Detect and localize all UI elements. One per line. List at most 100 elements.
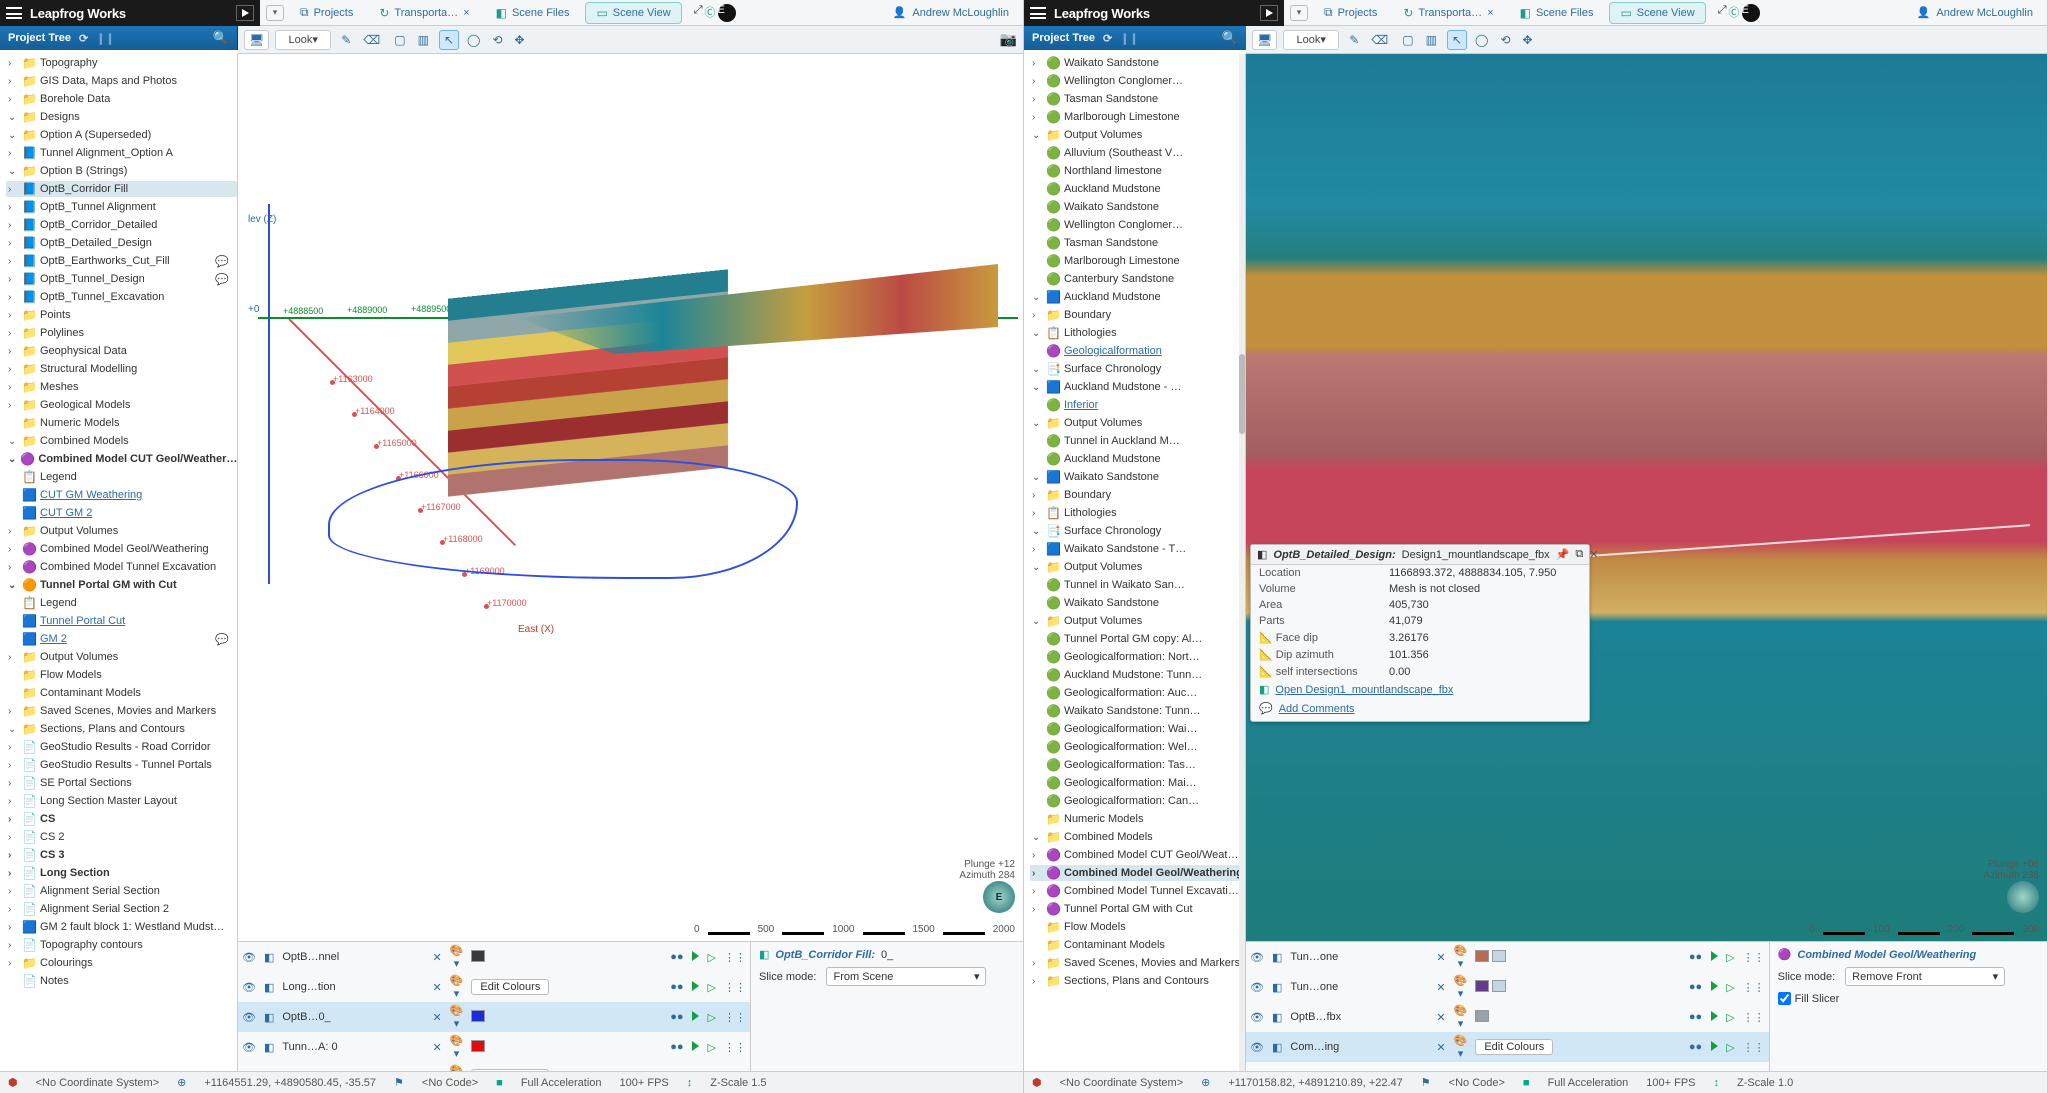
expand-icon[interactable]: ⌄ xyxy=(1032,364,1042,375)
user-chip[interactable]: 👤Andrew McLoughlin xyxy=(1909,6,2041,19)
remove-layer-icon[interactable]: ✕ xyxy=(428,1002,445,1032)
tree-item[interactable]: ›📘OptB_Tunnel Alignment xyxy=(6,199,237,215)
tab-dropdown-icon[interactable]: ▾ xyxy=(1290,5,1308,21)
ruler-icon[interactable]: ⤢ xyxy=(1718,4,1727,22)
tree-item[interactable]: 📋Legend xyxy=(6,595,237,611)
grip-icon[interactable]: ⋮⋮ xyxy=(720,942,750,972)
tree-item[interactable]: ›📘OptB_Earthworks_Cut_Fill💬 xyxy=(6,253,237,269)
tree-item[interactable]: 📄Notes xyxy=(6,973,237,989)
tree-item[interactable]: 🟢Alluvium (Southeast V… xyxy=(1030,145,1245,161)
pencil-icon[interactable]: ✎ xyxy=(1345,30,1363,50)
rotate-icon[interactable]: ⟲ xyxy=(1496,30,1514,50)
tree-item[interactable]: ⌄📁Output Volumes xyxy=(1030,613,1245,629)
paint-icon[interactable]: 🎨▾ xyxy=(446,1062,468,1071)
tree-item[interactable]: ›🟢Tasman Sandstone xyxy=(1030,91,1245,107)
close-icon[interactable]: ✕ xyxy=(1589,548,1598,561)
tree-item[interactable]: ›📁Topography xyxy=(6,55,237,71)
grip-icon[interactable]: ⋮⋮ xyxy=(1739,972,1769,1002)
expand-icon[interactable]: › xyxy=(8,706,18,717)
opacity-slider-icon[interactable]: ●● xyxy=(666,1032,687,1062)
scene-viewport-left[interactable]: lev (Z) +0 East (X) +1163000+1164000+116… xyxy=(238,54,1023,941)
expand-icon[interactable]: › xyxy=(1032,490,1042,501)
expand-icon[interactable]: › xyxy=(8,850,18,861)
camera-icon[interactable]: 📷 xyxy=(1000,31,1017,48)
hamburger-icon[interactable] xyxy=(1030,7,1046,19)
expand-icon[interactable]: ⌄ xyxy=(8,580,18,591)
expand-icon[interactable]: › xyxy=(8,778,18,789)
slice-mode-select[interactable]: From Scene▾ xyxy=(826,967,986,986)
slice-icon[interactable]: ▥ xyxy=(1422,30,1441,50)
tree-item[interactable]: ›🟣Tunnel Portal GM with Cut xyxy=(1030,901,1245,917)
tree-item[interactable]: ⌄🟣Combined Model CUT Geol/Weather… xyxy=(6,451,237,467)
colour-swatch[interactable] xyxy=(1475,950,1489,962)
tab-scene-view[interactable]: ▭Scene View xyxy=(1609,2,1705,24)
tree-item[interactable]: ›📄Alignment Serial Section xyxy=(6,883,237,899)
expand-icon[interactable]: › xyxy=(1032,886,1042,897)
tree-item[interactable]: ⌄📁Option A (Superseded) xyxy=(6,127,237,143)
tree-item[interactable]: ›📄Topography contours xyxy=(6,937,237,953)
tree-item[interactable]: ⌄📋Lithologies xyxy=(1030,325,1245,341)
tree-item[interactable]: ›📁Sections, Plans and Contours xyxy=(1030,973,1245,989)
tree-item[interactable]: 🟦CUT GM 2 xyxy=(6,505,237,521)
lasso-icon[interactable]: ◯ xyxy=(463,30,484,50)
expand-icon[interactable]: ⌄ xyxy=(1032,328,1042,339)
refresh-icon[interactable]: ⟳ xyxy=(1103,32,1112,45)
tree-item[interactable]: 📁Contaminant Models xyxy=(6,685,237,701)
layer-row[interactable]: 👁◧Long…tion✕🎨▾Edit Colours●●▷⋮⋮ xyxy=(238,972,750,1002)
expand-icon[interactable]: › xyxy=(8,202,18,213)
tree-item[interactable]: ›📁Meshes xyxy=(6,379,237,395)
project-tree-right[interactable]: ›🟢Waikato Sandstone › 🟢Wellington Conglome… xyxy=(1024,54,1246,1071)
remove-layer-icon[interactable]: ✕ xyxy=(1432,942,1449,972)
tree-item[interactable]: ›📄GeoStudio Results - Tunnel Portals xyxy=(6,757,237,773)
tree-item[interactable]: ⌄📁Combined Models xyxy=(6,433,237,449)
tab-transport[interactable]: ↻Transporta…× xyxy=(1393,3,1503,23)
tree-item[interactable]: ›📄SE Portal Sections xyxy=(6,775,237,791)
expand-icon[interactable]: › xyxy=(8,652,18,663)
tree-item[interactable]: ›📁Saved Scenes, Movies and Markers xyxy=(6,703,237,719)
ruler-icon[interactable]: ⤢ xyxy=(694,4,703,22)
eraser-icon[interactable]: ⌫ xyxy=(359,30,384,50)
tree-item[interactable]: ›📘OptB_Detailed_Design xyxy=(6,235,237,251)
play-filled-icon[interactable] xyxy=(1706,1002,1722,1032)
play-outline-icon[interactable]: ▷ xyxy=(1722,1002,1738,1032)
remove-layer-icon[interactable]: ✕ xyxy=(1432,972,1449,1002)
comment-icon[interactable]: 💬 xyxy=(215,273,235,286)
grip-icon[interactable]: ⋮⋮ xyxy=(720,1032,750,1062)
expand-icon[interactable]: › xyxy=(8,940,18,951)
chain-e-icon[interactable]: E xyxy=(1742,4,1760,22)
opacity-slider-icon[interactable]: ●● xyxy=(1685,1002,1706,1032)
paint-icon[interactable]: 🎨▾ xyxy=(1450,972,1472,1002)
expand-icon[interactable]: ⌄ xyxy=(1032,130,1042,141)
tree-item[interactable]: ⌄🟦Waikato Sandstone xyxy=(1030,469,1245,485)
visibility-icon[interactable]: 👁 xyxy=(238,1032,260,1062)
remove-layer-icon[interactable]: ✕ xyxy=(1432,1002,1449,1032)
expand-icon[interactable]: ⌄ xyxy=(1032,832,1042,843)
colour-swatch[interactable] xyxy=(1492,950,1506,962)
chain-c-icon[interactable]: Ⓒ xyxy=(705,4,716,22)
tree-item[interactable]: ⌄🟦Auckland Mudstone xyxy=(1030,289,1245,305)
search-icon[interactable]: 🔍 xyxy=(1222,30,1238,46)
expand-icon[interactable]: ⌄ xyxy=(1032,418,1042,429)
expand-icon[interactable]: › xyxy=(1032,94,1042,105)
edit-colours-button[interactable]: Edit Colours xyxy=(1475,1039,1553,1055)
lasso-icon[interactable]: ◯ xyxy=(1471,30,1492,50)
tab-projects[interactable]: ⧉Projects xyxy=(1314,2,1387,23)
tree-item[interactable]: ›🟢Waikato Sandstone xyxy=(1030,55,1245,71)
pencil-icon[interactable]: ✎ xyxy=(337,30,355,50)
remove-layer-icon[interactable]: ✕ xyxy=(428,972,445,1002)
tree-item[interactable]: 🟢Wellington Conglomer… xyxy=(1030,217,1245,233)
screen-icon[interactable]: 🖥 xyxy=(1252,30,1277,50)
expand-icon[interactable]: › xyxy=(8,94,18,105)
expand-icon[interactable]: › xyxy=(1032,958,1042,969)
pointer-icon[interactable]: ↖ xyxy=(439,30,459,50)
play-outline-icon[interactable]: ▷ xyxy=(704,1062,720,1071)
scene-viewport-right[interactable]: Plunge +06 Azimuth 238 0100200300 ◧ OptB… xyxy=(1246,54,2047,941)
play-filled-icon[interactable] xyxy=(688,942,704,972)
tree-item[interactable]: 🟣Geologicalformation xyxy=(1030,343,1245,359)
tree-item[interactable]: ›📄Long Section xyxy=(6,865,237,881)
expand-icon[interactable]: ⌄ xyxy=(8,454,16,465)
slice-mode-select[interactable]: Remove Front▾ xyxy=(1845,967,2005,986)
tree-item[interactable]: 🟢Tunnel Portal GM copy: Al… xyxy=(1030,631,1245,647)
expand-icon[interactable]: › xyxy=(1032,76,1042,87)
expand-icon[interactable]: › xyxy=(8,148,18,159)
